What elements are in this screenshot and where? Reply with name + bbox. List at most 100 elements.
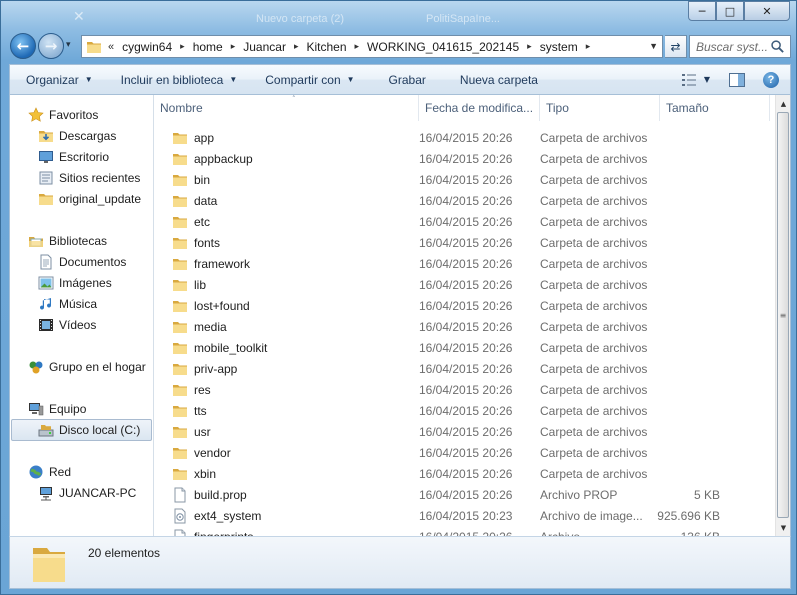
folder-icon (173, 384, 187, 396)
file-row[interactable]: xbin 16/04/2015 20:26 Carpeta de archivos (154, 463, 777, 484)
file-row[interactable]: fingerprints16/04/2015 20:26Archivo136 K… (154, 526, 777, 536)
command-button[interactable]: Compartir con ▼ (255, 68, 364, 92)
breadcrumb-item[interactable]: WORKING_041615_202145 (367, 40, 519, 54)
sidebar-item-red[interactable]: Red (28, 462, 71, 482)
scroll-thumb[interactable]: ≡ (777, 112, 789, 518)
file-row[interactable]: mobile_toolkit 16/04/2015 20:26 Carpeta de… (154, 337, 777, 358)
column-header-label: Fecha de modifica... (425, 101, 534, 115)
breadcrumb-item[interactable]: system (540, 40, 578, 54)
local-disk-icon (38, 425, 54, 437)
file-row[interactable]: etc 16/04/2015 20:26 Carpeta de archivos (154, 211, 777, 232)
forward-arrow-icon: → (44, 37, 58, 55)
column-header-name[interactable]: Nombre (154, 95, 419, 121)
file-row[interactable]: build.prop 16/04/2015 20:26 Archivo PROP 5 … (154, 484, 777, 505)
file-name: lost+found (194, 298, 250, 313)
preview-pane-button[interactable] (724, 68, 750, 92)
sidebar-item-label: original_update (59, 192, 142, 206)
back-button[interactable]: ← (10, 33, 36, 59)
folder-icon (173, 153, 187, 165)
maximize-button[interactable]: □ (716, 1, 744, 21)
item-count: 20 elementos (88, 546, 161, 560)
address-history-dropdown-icon[interactable]: ▼ (649, 41, 658, 51)
sidebar-item-v-deos[interactable]: Vídeos (38, 315, 96, 335)
file-row[interactable]: res 16/04/2015 20:26 Carpeta de archivos (154, 379, 777, 400)
sidebar-item-favoritos[interactable]: Favoritos (28, 105, 98, 125)
file-row[interactable]: bin 16/04/2015 20:26 Carpeta de archivos (154, 169, 777, 190)
scroll-down-button[interactable]: ▼ (776, 519, 791, 536)
title-bar[interactable]: ✕ Nuevo carpeta (2) PolitiSapaIne... ─ □… (1, 1, 796, 31)
file-date: 16/04/2015 20:26 (419, 193, 513, 208)
search-input[interactable] (690, 36, 768, 57)
close-button[interactable]: ✕ (744, 1, 790, 21)
column-header-type[interactable]: Tipo (540, 95, 660, 121)
file-row[interactable]: vendor 16/04/2015 20:26 Carpeta de archivo… (154, 442, 777, 463)
file-row[interactable]: lost+found 16/04/2015 20:26 Carpeta de arc… (154, 295, 777, 316)
sidebar-item-im-genes[interactable]: Imágenes (38, 273, 112, 293)
file-type: Carpeta de archivos (540, 235, 648, 250)
forward-button[interactable]: → (38, 33, 64, 59)
breadcrumb-chevron-icon[interactable]: ▸ (294, 41, 299, 52)
network-icon (29, 465, 43, 479)
breadcrumb-chevron-icon[interactable]: ▸ (355, 41, 360, 52)
sidebar-item-descargas[interactable]: Descargas (38, 126, 116, 146)
sidebar-item-grupo-en-el-hogar[interactable]: Grupo en el hogar (28, 357, 146, 377)
sidebar-item-juancar-pc[interactable]: JUANCAR-PC (38, 483, 136, 503)
address-bar[interactable]: « cygwin64 ▸ home ▸ Juancar ▸ Kitchen ▸ WORKING_… (81, 35, 663, 58)
breadcrumb-chevron-icon[interactable]: ▸ (180, 41, 185, 52)
vertical-scrollbar[interactable]: ▲ ≡ ▼ (775, 95, 790, 536)
breadcrumb-item[interactable]: Juancar (243, 40, 286, 54)
file-list-view: Nombre Fecha de modifica... Tipo Tamaño ˄ a… (154, 95, 777, 536)
file-row[interactable]: ext4_system 16/04/2015 20:23 Archivo de im… (154, 505, 777, 526)
file-row[interactable]: appbackup 16/04/2015 20:26 Carpeta de arch… (154, 148, 777, 169)
breadcrumb-chevron-icon[interactable]: ▸ (527, 41, 532, 52)
sidebar-item-disco-local-c[interactable]: Disco local (C:) (38, 420, 140, 440)
command-button[interactable]: Grabar (379, 68, 436, 92)
folder-icon (173, 426, 187, 438)
file-name-cell: tts (154, 403, 413, 419)
file-name-cell: xbin (154, 466, 413, 482)
search-icon[interactable] (770, 39, 785, 54)
file-name-cell: fingerprints (154, 529, 413, 536)
help-button[interactable]: ? (758, 68, 784, 92)
column-header-size[interactable]: Tamaño (660, 95, 770, 121)
command-button[interactable]: Incluir en biblioteca ▼ (111, 68, 248, 92)
file-row[interactable]: lib 16/04/2015 20:26 Carpeta de archivos (154, 274, 777, 295)
file-row[interactable]: usr 16/04/2015 20:26 Carpeta de archivos (154, 421, 777, 442)
file-name-cell: fonts (154, 235, 413, 251)
file-row[interactable]: priv-app 16/04/2015 20:26 Carpeta de archi… (154, 358, 777, 379)
recent-pages-button[interactable]: ▾ (66, 40, 71, 50)
breadcrumb-item[interactable]: Kitchen (306, 40, 346, 54)
command-label: Organizar (26, 72, 79, 87)
file-name: mobile_toolkit (194, 340, 268, 355)
file-row[interactable]: tts 16/04/2015 20:26 Carpeta de archivos (154, 400, 777, 421)
sidebar-item-documentos[interactable]: Documentos (38, 252, 126, 272)
file-row[interactable]: app 16/04/2015 20:26 Carpeta de archivos (154, 127, 777, 148)
file-row[interactable]: media 16/04/2015 20:26 Carpeta de archivos (154, 316, 777, 337)
file-name: framework (194, 256, 251, 271)
breadcrumb-chevron-icon[interactable]: ▸ (586, 41, 591, 52)
breadcrumb-item[interactable]: cygwin64 (122, 40, 172, 54)
folder-icon (173, 174, 187, 186)
sidebar-item-m-sica[interactable]: Música (38, 294, 97, 314)
view-menu-arrow-icon[interactable]: ▼ (704, 75, 710, 84)
breadcrumb-item[interactable]: home (193, 40, 223, 54)
sidebar-item-bibliotecas[interactable]: Bibliotecas (28, 231, 107, 251)
sidebar-item-original-update[interactable]: original_update (38, 189, 141, 209)
file-row[interactable]: data 16/04/2015 20:26 Carpeta de archivos (154, 190, 777, 211)
scroll-up-button[interactable]: ▲ (776, 95, 791, 112)
minimize-button[interactable]: ─ (688, 1, 716, 21)
change-view-button[interactable] (676, 68, 702, 92)
sidebar-item-equipo[interactable]: Equipo (28, 399, 86, 419)
sidebar-item-sitios-recientes[interactable]: Sitios recientes (38, 168, 140, 188)
file-row[interactable]: fonts 16/04/2015 20:26 Carpeta de archivos (154, 232, 777, 253)
sidebar-item-label: Escritorio (59, 150, 110, 164)
breadcrumb-chevron-icon[interactable]: ▸ (231, 41, 236, 52)
file-row[interactable]: framework 16/04/2015 20:26 Carpeta de arch… (154, 253, 777, 274)
column-header-date-modified[interactable]: Fecha de modifica... (419, 95, 540, 121)
breadcrumb-overflow-button[interactable]: « (108, 41, 114, 53)
file-name-cell: app (154, 130, 413, 146)
command-button[interactable]: Nueva carpeta (450, 68, 548, 92)
command-button[interactable]: Organizar ▼ (16, 68, 103, 92)
refresh-button[interactable]: ⇄ (665, 35, 687, 58)
sidebar-item-escritorio[interactable]: Escritorio (38, 147, 109, 167)
